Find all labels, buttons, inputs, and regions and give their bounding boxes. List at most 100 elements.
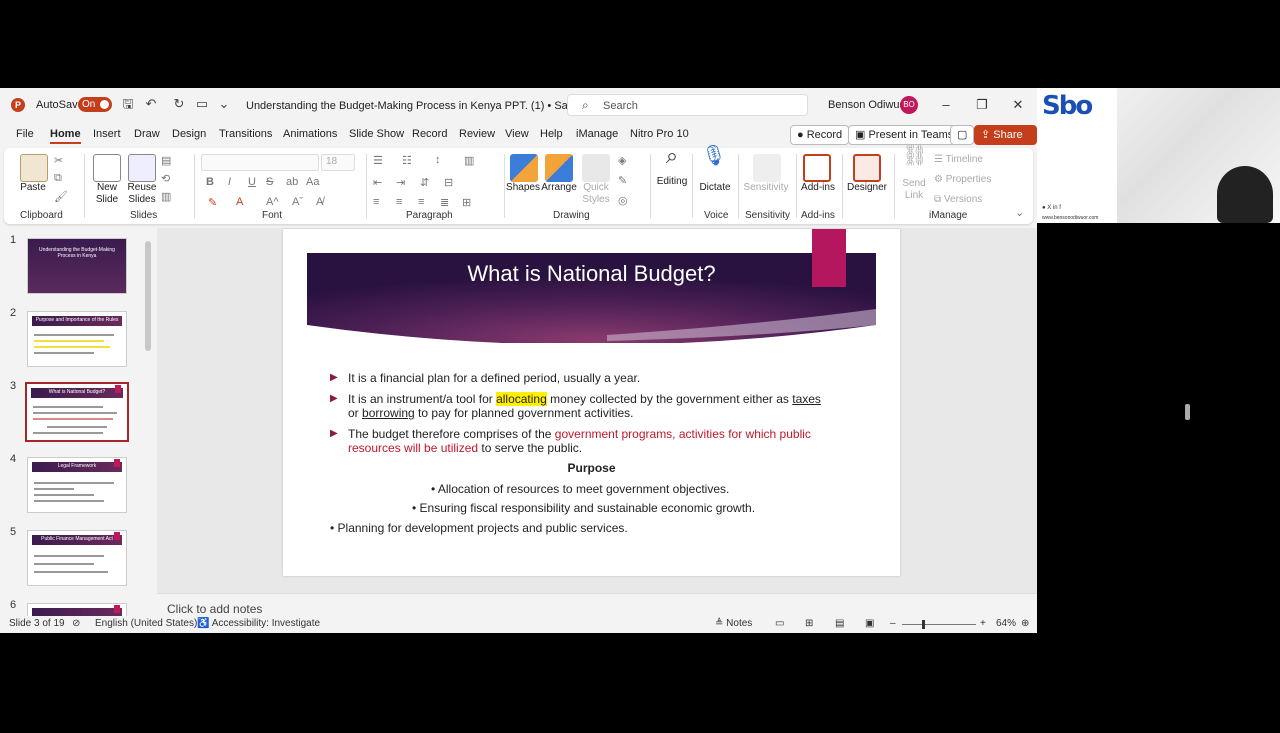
- spacing-icon[interactable]: ab: [286, 176, 298, 188]
- shapes-icon[interactable]: [510, 154, 538, 182]
- section-icon[interactable]: ▥: [161, 190, 171, 203]
- record-button[interactable]: ● Record: [790, 125, 850, 145]
- shape-effects-icon[interactable]: ◎: [618, 194, 628, 207]
- increase-indent-icon[interactable]: ⇥: [396, 176, 405, 189]
- normal-view-icon[interactable]: ▭: [775, 618, 784, 629]
- arrange-icon[interactable]: [545, 154, 573, 182]
- copy-icon[interactable]: ⧉: [54, 172, 62, 185]
- timeline-button[interactable]: ☰ Timeline: [934, 154, 983, 166]
- dictate-label[interactable]: Dictate: [697, 182, 733, 194]
- share-button[interactable]: ⇪ Share ⌄: [974, 125, 1037, 159]
- fit-slide-icon[interactable]: ⊕: [1021, 618, 1029, 629]
- smartart-icon[interactable]: ⊞: [462, 196, 471, 209]
- purpose-heading[interactable]: Purpose: [283, 461, 900, 475]
- search-box[interactable]: ⌕ Search: [567, 94, 808, 116]
- restore-icon[interactable]: ❐: [973, 96, 991, 114]
- slide-title[interactable]: What is National Budget?: [307, 261, 876, 287]
- tab-record[interactable]: Record: [412, 128, 447, 140]
- language[interactable]: English (United States): [95, 618, 197, 629]
- notes-placeholder[interactable]: Click to add notes: [167, 602, 262, 616]
- send-link-label[interactable]: Send Link: [900, 178, 928, 202]
- sensitivity-icon[interactable]: [753, 154, 781, 182]
- grow-font-icon[interactable]: A^: [266, 196, 279, 208]
- tab-nitro[interactable]: Nitro Pro 10: [630, 128, 689, 140]
- zoom-out-icon[interactable]: –: [890, 618, 896, 629]
- thumbnails-scrollbar[interactable]: [145, 233, 151, 618]
- new-slide-icon[interactable]: [93, 154, 121, 182]
- slide-thumbnail-4[interactable]: Legal Framework: [27, 457, 127, 513]
- slide-thumbnail-5[interactable]: Public Finance Management Act: [27, 530, 127, 586]
- align-left-icon[interactable]: ≡: [373, 196, 379, 208]
- redo-icon[interactable]: ↻: [171, 96, 187, 112]
- align-text-icon[interactable]: ⊟: [444, 176, 453, 189]
- properties-button[interactable]: ⚙ Properties: [934, 174, 991, 186]
- save-icon[interactable]: 🖫: [120, 96, 136, 112]
- italic-icon[interactable]: I: [228, 176, 231, 188]
- line-spacing-icon[interactable]: ↕: [435, 154, 441, 166]
- spellcheck-icon[interactable]: ⊘: [72, 618, 80, 629]
- add-ins-label[interactable]: Add-ins: [799, 182, 837, 194]
- collapse-ribbon-icon[interactable]: ⌄: [1015, 206, 1024, 219]
- undo-icon[interactable]: ↶: [143, 96, 159, 112]
- font-color-icon[interactable]: A: [236, 196, 243, 208]
- reading-view-icon[interactable]: ▤: [835, 618, 844, 629]
- numbering-icon[interactable]: ☷: [402, 154, 412, 167]
- document-title[interactable]: Understanding the Budget-Making Process …: [246, 99, 598, 112]
- align-right-icon[interactable]: ≡: [418, 196, 424, 208]
- slide-thumbnail-3[interactable]: What is National Budget?: [25, 382, 129, 442]
- underline-icon[interactable]: U: [248, 176, 256, 188]
- justify-icon[interactable]: ≣: [440, 196, 449, 209]
- zoom-in-icon[interactable]: +: [980, 618, 986, 629]
- user-name[interactable]: Benson Odiwuor: [828, 99, 909, 111]
- shapes-label[interactable]: Shapes: [506, 182, 540, 194]
- tab-slide-show[interactable]: Slide Show: [349, 128, 404, 140]
- designer-label[interactable]: Designer: [846, 182, 888, 194]
- tab-animations[interactable]: Animations: [283, 128, 337, 140]
- shape-fill-icon[interactable]: ◈: [618, 154, 626, 167]
- customize-toolbar-icon[interactable]: ⌄: [216, 96, 232, 112]
- tab-review[interactable]: Review: [459, 128, 495, 140]
- add-ins-icon[interactable]: [803, 154, 831, 182]
- reset-icon[interactable]: ⟲: [161, 172, 170, 185]
- zoom-level[interactable]: 64%: [996, 618, 1016, 629]
- editing-label[interactable]: Editing: [654, 176, 690, 188]
- notes-button[interactable]: ≜ Notes: [715, 618, 752, 629]
- font-name-box[interactable]: [201, 154, 319, 171]
- slide-thumbnail-1[interactable]: Understanding the Budget-Making Process …: [27, 238, 127, 294]
- sensitivity-label[interactable]: Sensitivity: [741, 182, 791, 194]
- send-link-icon[interactable]: ⛓: [902, 146, 928, 166]
- layout-icon[interactable]: ▤: [161, 154, 171, 167]
- shape-outline-icon[interactable]: ✎: [618, 174, 627, 187]
- align-center-icon[interactable]: ≡: [396, 196, 402, 208]
- autosave-toggle[interactable]: On: [78, 97, 112, 112]
- font-size-box[interactable]: 18: [321, 154, 355, 171]
- cut-icon[interactable]: ✂: [54, 154, 63, 167]
- paste-icon[interactable]: [20, 154, 48, 182]
- find-icon[interactable]: ⌕: [658, 145, 686, 167]
- new-slide-label[interactable]: New Slide: [90, 182, 124, 206]
- accessibility-status[interactable]: ♿ Accessibility: Investigate: [197, 618, 320, 629]
- zoom-slider[interactable]: [902, 624, 976, 625]
- comments-button[interactable]: ▢: [950, 125, 975, 145]
- tab-help[interactable]: Help: [540, 128, 563, 140]
- arrange-label[interactable]: Arrange: [541, 182, 577, 194]
- close-icon[interactable]: ✕: [1009, 96, 1027, 114]
- tab-transitions[interactable]: Transitions: [219, 128, 272, 140]
- quick-styles-label[interactable]: Quick Styles: [579, 182, 613, 206]
- slide-thumbnail-2[interactable]: Purpose and Importance of the Rules: [27, 311, 127, 367]
- tab-insert[interactable]: Insert: [93, 128, 121, 140]
- slideshow-view-icon[interactable]: ▣: [865, 618, 874, 629]
- format-painter-icon[interactable]: 🖌: [54, 190, 68, 203]
- purpose-item[interactable]: • Planning for development projects and …: [330, 521, 628, 535]
- purpose-item[interactable]: • Ensuring fiscal responsibility and sus…: [412, 501, 755, 515]
- slide-sorter-icon[interactable]: ⊞: [805, 618, 813, 629]
- bold-icon[interactable]: B: [206, 176, 214, 188]
- text-direction-icon[interactable]: ⇵: [420, 176, 429, 189]
- tab-file[interactable]: File: [16, 128, 34, 140]
- quick-styles-icon[interactable]: [582, 154, 610, 182]
- present-in-teams-button[interactable]: ▣ Present in Teams: [848, 125, 961, 145]
- slide-scrollbar[interactable]: [1183, 368, 1193, 733]
- columns-icon[interactable]: ▥: [464, 154, 474, 167]
- decrease-indent-icon[interactable]: ⇤: [373, 176, 382, 189]
- slide-bullets[interactable]: ▶ It is a financial plan for a defined p…: [330, 371, 860, 462]
